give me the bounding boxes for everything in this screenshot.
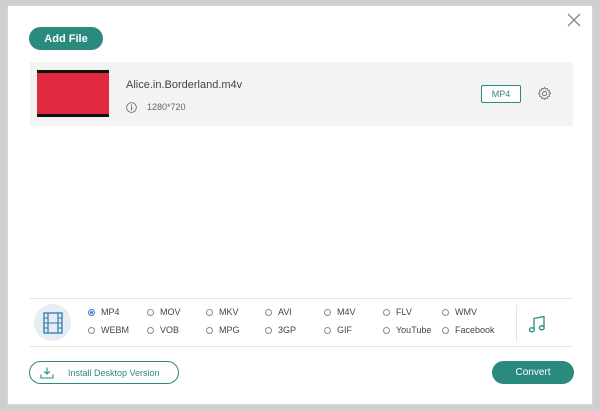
format-option-mkv[interactable]: MKV	[206, 307, 239, 317]
converter-dialog: Add File Alice.in.Borderland.m4v 1280*72…	[7, 5, 593, 405]
format-option-mp4[interactable]: MP4	[88, 307, 120, 317]
format-option-flv[interactable]: FLV	[383, 307, 412, 317]
format-panel: MP4 MOV MKV AVI M4V FLV WMV WEBM VOB MPG…	[30, 298, 573, 347]
radio-selected-icon	[88, 308, 95, 316]
radio-icon	[147, 308, 154, 316]
info-icon[interactable]	[126, 102, 137, 113]
radio-icon	[442, 326, 449, 334]
format-option-facebook[interactable]: Facebook	[442, 325, 495, 335]
radio-icon	[442, 308, 449, 316]
format-option-youtube[interactable]: YouTube	[383, 325, 431, 335]
download-icon	[40, 367, 54, 379]
radio-icon	[147, 326, 154, 334]
music-note-icon[interactable]	[528, 315, 546, 334]
convert-button[interactable]: Convert	[492, 361, 574, 384]
install-desktop-label: Install Desktop Version	[68, 367, 160, 378]
file-item: Alice.in.Borderland.m4v 1280*720 MP4	[30, 62, 573, 126]
radio-icon	[206, 308, 213, 316]
radio-icon	[265, 308, 272, 316]
add-file-button[interactable]: Add File	[29, 27, 103, 50]
install-desktop-button[interactable]: Install Desktop Version	[29, 361, 179, 384]
divider	[516, 305, 517, 342]
output-format-button[interactable]: MP4	[481, 85, 521, 103]
video-thumbnail	[37, 70, 109, 117]
format-option-avi[interactable]: AVI	[265, 307, 292, 317]
radio-icon	[88, 326, 95, 334]
format-option-3gp[interactable]: 3GP	[265, 325, 296, 335]
radio-icon	[206, 326, 213, 334]
format-option-m4v[interactable]: M4V	[324, 307, 356, 317]
close-icon[interactable]	[566, 12, 582, 28]
format-option-mpg[interactable]: MPG	[206, 325, 240, 335]
format-option-webm[interactable]: WEBM	[88, 325, 129, 335]
radio-icon	[383, 326, 390, 334]
format-option-vob[interactable]: VOB	[147, 325, 179, 335]
radio-icon	[265, 326, 272, 334]
video-format-tab[interactable]	[34, 304, 71, 341]
format-option-mov[interactable]: MOV	[147, 307, 181, 317]
radio-icon	[324, 326, 331, 334]
file-name: Alice.in.Borderland.m4v	[126, 79, 243, 91]
format-option-gif[interactable]: GIF	[324, 325, 352, 335]
film-icon	[42, 311, 63, 334]
radio-icon	[324, 308, 331, 316]
gear-icon[interactable]	[537, 86, 552, 101]
file-resolution: 1280*720	[147, 102, 186, 112]
radio-icon	[383, 308, 390, 316]
format-options: MP4 MOV MKV AVI M4V FLV WMV WEBM VOB MPG…	[88, 307, 508, 341]
format-option-wmv[interactable]: WMV	[442, 307, 477, 317]
